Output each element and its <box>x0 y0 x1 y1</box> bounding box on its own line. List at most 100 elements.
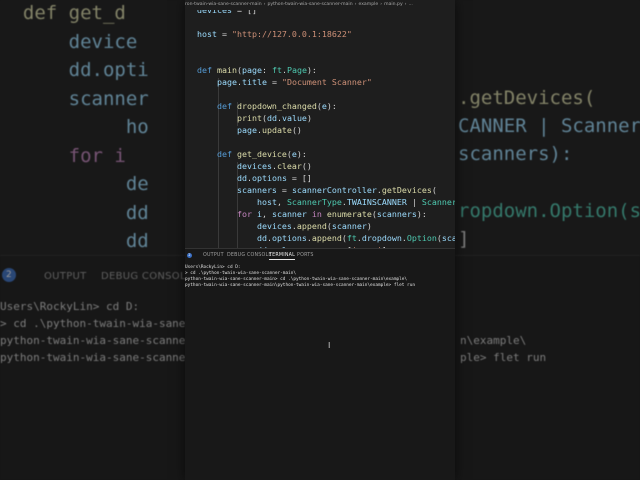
code-token: append <box>296 221 327 231</box>
code-token: ) <box>366 221 372 231</box>
code-token: ScannerType <box>286 197 342 207</box>
tab-debug-console[interactable]: DEBUG CONSOLE <box>227 253 272 258</box>
background-code-line-right: scanners): <box>458 143 573 165</box>
code-token: scanners <box>376 209 417 219</box>
code-token: dd <box>236 173 247 183</box>
code-token: dd <box>256 233 267 243</box>
code-token: TWAINSCANNER <box>346 197 407 207</box>
background-terminal-line-right: n\example\ <box>460 334 527 347</box>
code-token: devices <box>236 161 272 171</box>
breadcrumb-item[interactable]: main.py <box>384 2 403 7</box>
background-tab-output: OUTPUT <box>44 271 87 282</box>
code-line-print[interactable]: print(dd.value) <box>197 112 312 124</box>
code-token: scanner <box>331 221 367 231</box>
breadcrumb-separator: › <box>404 2 407 7</box>
code-token: def <box>216 149 237 159</box>
breadcrumb-separator: › <box>263 2 266 7</box>
breadcrumb-item[interactable]: python-twain-wia-sane-scanner-main <box>267 2 352 7</box>
tab-terminal[interactable]: TERMINAL <box>269 253 295 260</box>
breadcrumb: ron-twain-wia-sane-scanner-main › python-t… <box>185 0 455 10</box>
code-editor[interactable]: devices = [] host = "http://127.0.0.1:186… <box>185 10 455 248</box>
code-line-for[interactable]: for i, scanner in enumerate(scanners): <box>197 208 427 220</box>
code-line-def-main[interactable]: def main(page: ft.Page): <box>197 64 317 76</box>
code-token: scanner <box>271 209 307 219</box>
breadcrumb-item[interactable]: ron-twain-wia-sane-scanner-main <box>185 2 262 7</box>
code-token: devices <box>197 10 232 15</box>
terminal-output[interactable]: Users\RockyLin> cd D: > cd .\python-twain… <box>185 265 455 289</box>
code-line-devices[interactable]: devices = [] <box>197 10 257 16</box>
background-terminal-line: > cd .\python-twain-wia-sane-sc <box>0 317 206 330</box>
code-token: = <box>266 77 282 87</box>
background-badge: 2 <box>2 268 16 282</box>
background-code-line: device <box>0 30 138 53</box>
code-token: Page <box>286 65 307 75</box>
background-code-line: dd.opti <box>0 59 149 81</box>
code-line-host[interactable]: host = "http://127.0.0.1:18622" <box>197 28 352 40</box>
code-line-def-dropdown[interactable]: def dropdown_changed(e): <box>197 100 337 112</box>
code-token: update <box>261 125 292 135</box>
background-tab-debug-console: DEBUG CONSOLE <box>101 271 193 282</box>
background-code-line: ho <box>0 116 149 138</box>
code-token: dropdown_changed <box>236 101 317 111</box>
background-code-line: dd <box>0 230 149 252</box>
breadcrumb-item[interactable]: ... <box>409 2 413 7</box>
code-token: ): <box>296 149 307 159</box>
code-token: options <box>251 173 287 183</box>
background-code-line-right: CANNER | Scanner <box>458 115 640 137</box>
code-token: host <box>197 29 217 39</box>
code-token: , <box>276 197 287 207</box>
code-token: scanners <box>236 185 277 195</box>
tab-ports[interactable]: PORTS <box>297 253 314 258</box>
breadcrumb-separator: › <box>354 2 357 7</box>
code-token: getDevices <box>381 185 432 195</box>
background-code-line-right: ropdown.Option(sca <box>458 200 640 222</box>
background-code-line: de <box>0 173 149 195</box>
background-code-line-right: ] <box>458 228 470 250</box>
code-token: def <box>197 65 217 75</box>
code-token: get_device <box>236 149 287 159</box>
code-token: scannerController <box>291 185 377 195</box>
breadcrumb-item[interactable]: example <box>358 2 378 7</box>
code-line-update[interactable]: page.update() <box>197 124 302 136</box>
code-token: dropdown <box>361 233 402 243</box>
code-token: for <box>236 209 257 219</box>
code-token: append <box>311 233 342 243</box>
background-code-line: for i <box>0 144 126 167</box>
panel-tabs: 2 OUTPUT DEBUG CONSOLE TERMINAL PORTS <box>185 249 455 262</box>
code-token: "Document Scanner" <box>281 77 372 87</box>
code-line-page-title[interactable]: page.title = "Document Scanner" <box>197 76 372 88</box>
code-token: Option <box>406 233 437 243</box>
background-code-line-right: .getDevices( <box>458 87 596 109</box>
code-token: def <box>216 101 237 111</box>
code-token: options <box>271 233 307 243</box>
code-line-def-get-device[interactable]: def get_device(e): <box>197 148 307 160</box>
code-token: ): <box>326 101 337 111</box>
code-line-dd-append[interactable]: dd.options.append(ft.dropdown.Option(sca <box>197 232 455 244</box>
code-token: = <box>216 29 232 39</box>
background-terminal-line-right: ple> flet run <box>460 351 547 364</box>
code-token: ): <box>416 209 427 219</box>
code-line-scanners[interactable]: scanners = scannerController.getDevices( <box>197 184 437 196</box>
code-line-clear[interactable]: devices.clear() <box>197 160 312 172</box>
code-line-append[interactable]: devices.append(scanner) <box>197 220 372 232</box>
background-terminal-line: Users\RockyLin> cd D: <box>0 300 140 313</box>
code-line-args[interactable]: host, ScannerType.TWAINSCANNER | Scanner <box>197 196 455 208</box>
code-token: "http://127.0.0.1:18622" <box>231 29 352 39</box>
code-token: , <box>261 209 272 219</box>
tab-output[interactable]: OUTPUT <box>203 253 224 258</box>
code-token: () <box>291 125 302 135</box>
code-token: devices <box>256 221 292 231</box>
code-token: page <box>236 125 257 135</box>
code-token: | <box>406 197 422 207</box>
code-line-options[interactable]: dd.options = [] <box>197 172 312 184</box>
code-token: ): <box>306 65 317 75</box>
problems-count-tab[interactable]: 2 <box>186 253 192 259</box>
